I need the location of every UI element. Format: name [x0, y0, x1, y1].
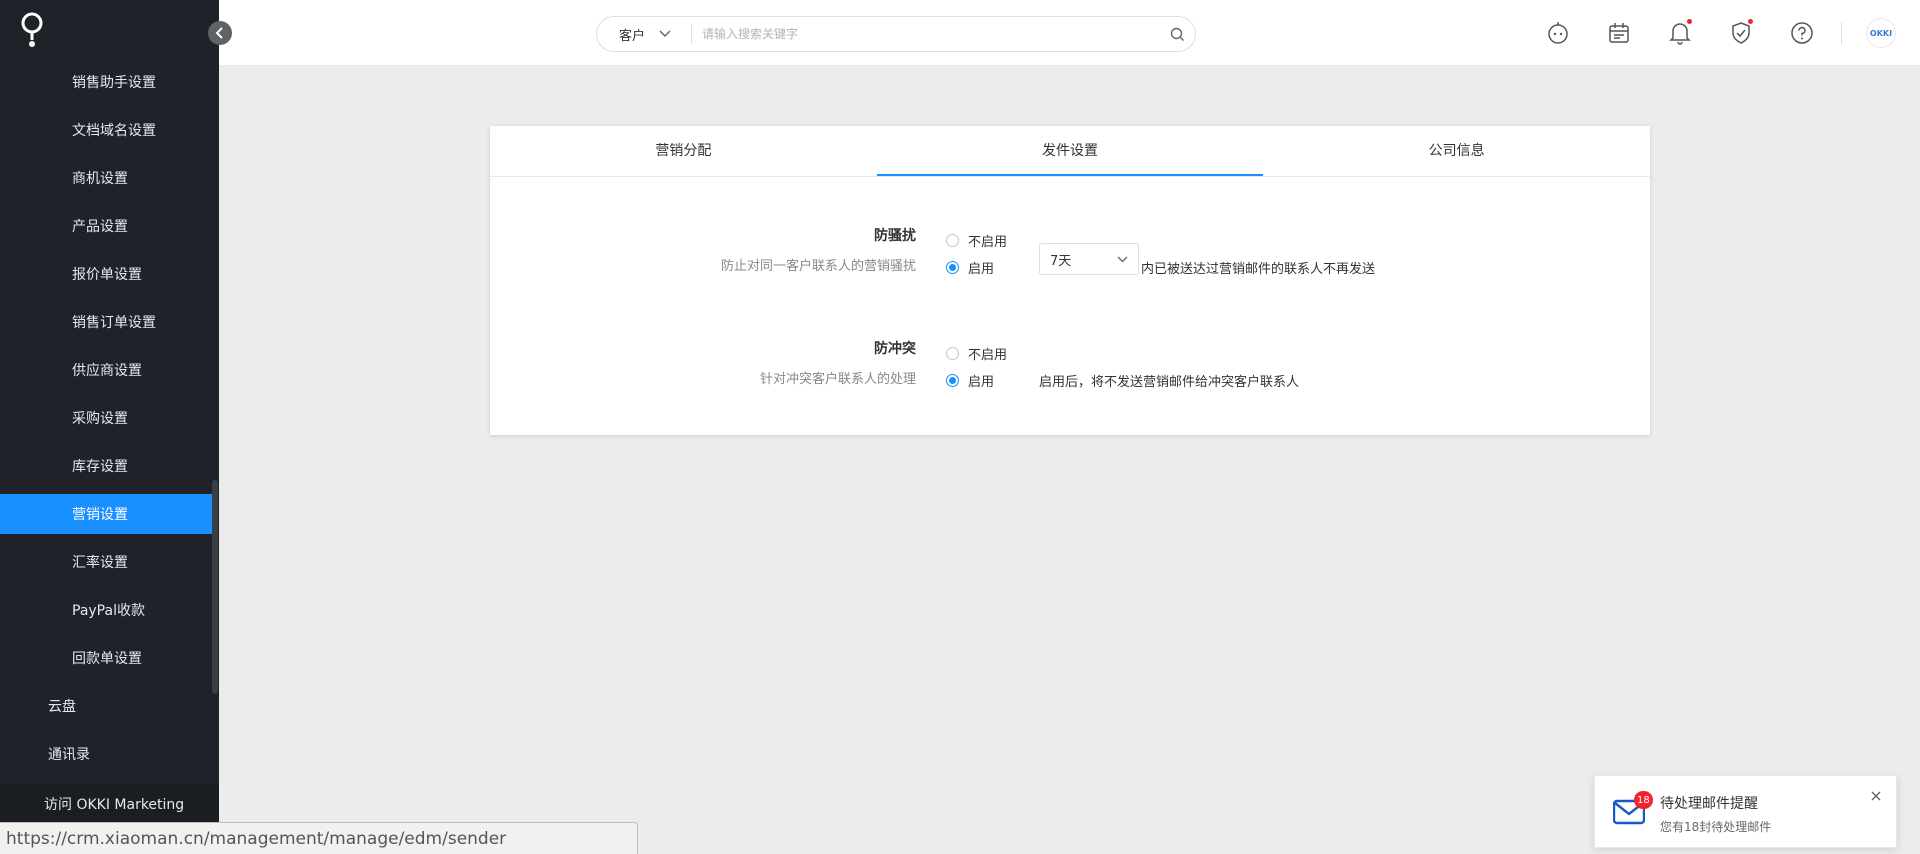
sidebar-item-label: 营销设置 — [72, 507, 128, 523]
sidebar-item[interactable]: 回款单设置 — [0, 638, 212, 678]
chevron-down-icon — [659, 30, 671, 38]
close-icon[interactable] — [1869, 789, 1883, 803]
sidebar-item-label: 云盘 — [48, 699, 76, 715]
anti-harass-title: 防骚扰 — [874, 228, 916, 244]
sidebar-item[interactable]: 商机设置 — [0, 158, 212, 198]
anti-conflict-desc: 针对冲突客户联系人的处理 — [759, 372, 916, 387]
sidebar-item-label: 供应商设置 — [72, 363, 142, 379]
status-url-bar: https://crm.xiaoman.cn/management/manage… — [0, 822, 638, 854]
sidebar-item[interactable]: 产品设置 — [0, 206, 212, 246]
chevron-left-icon — [215, 27, 223, 39]
assistant-robot-icon[interactable] — [1543, 18, 1573, 48]
header-divider — [1841, 22, 1842, 44]
sidebar-item[interactable]: 采购设置 — [0, 398, 212, 438]
sidebar-item-cloud-disk[interactable]: 云盘 — [0, 686, 212, 726]
tab-sender-settings[interactable]: 发件设置 — [876, 126, 1264, 176]
mail-count-badge: 18 — [1634, 791, 1653, 809]
sidebar-item[interactable]: 文档域名设置 — [0, 110, 212, 150]
radio-label: 不启用 — [968, 348, 1008, 363]
radio-circle — [946, 234, 959, 247]
notification-title: 待处理邮件提醒 — [1660, 796, 1758, 812]
sidebar-item-label: PayPal收款 — [72, 603, 145, 619]
radio-label: 启用 — [968, 262, 995, 277]
sidebar-collapse-button[interactable] — [208, 21, 232, 45]
sidebar-item[interactable]: 库存设置 — [0, 446, 212, 486]
radio-label: 启用 — [968, 375, 995, 390]
search-type-select[interactable]: 客户 — [597, 24, 692, 44]
notification-bell-icon[interactable] — [1665, 18, 1695, 48]
anti-harass-desc: 防止对同一客户联系人的营销骚扰 — [720, 259, 916, 274]
anti-conflict-enable-radio[interactable]: 启用 — [946, 371, 994, 390]
sidebar-item-label: 商机设置 — [72, 171, 128, 187]
days-suffix-text: 内已被送达过营销邮件的联系人不再发送 — [1141, 262, 1376, 277]
anti-harass-enable-radio[interactable]: 启用 — [946, 258, 994, 277]
sidebar-scrollbar[interactable] — [212, 480, 218, 694]
sidebar-item[interactable]: 销售订单设置 — [0, 302, 212, 342]
anti-harass-disable-radio[interactable]: 不启用 — [946, 231, 1007, 250]
sidebar-item-label: 销售助手设置 — [72, 75, 156, 91]
sender-settings-card: 营销分配 发件设置 公司信息 防骚扰 防止对同一客户联系人的营销骚扰 不启用 启… — [490, 126, 1650, 435]
search-input[interactable] — [692, 27, 1159, 41]
sidebar-menu: 销售助手设置 文档域名设置 商机设置 产品设置 报价单设置 销售订单设置 供应商… — [0, 62, 212, 782]
radio-label: 不启用 — [968, 235, 1008, 250]
radio-circle — [946, 261, 959, 274]
calendar-icon[interactable] — [1604, 18, 1634, 48]
search-icon[interactable] — [1159, 27, 1195, 42]
sidebar-item-label: 销售订单设置 — [72, 315, 156, 331]
tab-marketing-allocation[interactable]: 营销分配 — [490, 126, 877, 176]
anti-harass-label: 防骚扰 防止对同一客户联系人的营销骚扰 — [721, 225, 916, 274]
sidebar-item[interactable]: 汇率设置 — [0, 542, 212, 582]
visit-okki-marketing-link[interactable]: 访问 OKKI Marketing — [44, 794, 184, 814]
sidebar-item[interactable]: 供应商设置 — [0, 350, 212, 390]
security-dot — [1748, 19, 1753, 24]
top-header: 客户 OKKI — [219, 0, 1920, 66]
days-select-value: 7天 — [1050, 253, 1072, 269]
radio-circle — [946, 374, 959, 387]
chevron-down-icon — [1117, 256, 1128, 262]
sidebar-item[interactable]: 销售助手设置 — [0, 62, 212, 102]
anti-conflict-note: 启用后，将不发送营销邮件给冲突客户联系人 — [1039, 375, 1300, 390]
sidebar-item-contacts[interactable]: 通讯录 — [0, 734, 212, 774]
tab-company-info[interactable]: 公司信息 — [1263, 126, 1650, 176]
sidebar-item[interactable]: PayPal收款 — [0, 590, 212, 630]
sidebar-item-marketing-settings[interactable]: 营销设置 — [0, 494, 212, 534]
sidebar-item-label: 库存设置 — [72, 459, 128, 475]
anti-conflict-disable-radio[interactable]: 不启用 — [946, 344, 1007, 363]
sidebar-item-label: 采购设置 — [72, 411, 128, 427]
help-icon[interactable] — [1787, 18, 1817, 48]
radio-circle — [946, 347, 959, 360]
header-icons: OKKI — [1512, 18, 1920, 48]
app-logo-icon[interactable] — [18, 10, 48, 50]
sidebar-item-label: 汇率设置 — [72, 555, 128, 571]
sidebar-item-label: 文档域名设置 — [72, 123, 156, 139]
sidebar-item-label: 回款单设置 — [72, 651, 142, 667]
sidebar-item-label: 报价单设置 — [72, 267, 142, 283]
sidebar-item-label: 通讯录 — [48, 747, 90, 763]
anti-conflict-label: 防冲突 针对冲突客户联系人的处理 — [760, 338, 916, 387]
search-type-label: 客户 — [619, 28, 646, 44]
notification-dot — [1687, 19, 1692, 24]
pending-mail-notification[interactable]: 18 待处理邮件提醒 您有18封待处理邮件 — [1594, 775, 1897, 848]
anti-conflict-title: 防冲突 — [874, 341, 916, 357]
sidebar-item[interactable]: 报价单设置 — [0, 254, 212, 294]
global-search: 客户 — [596, 16, 1196, 52]
sidebar: 销售助手设置 文档域名设置 商机设置 产品设置 报价单设置 销售订单设置 供应商… — [0, 0, 219, 854]
user-avatar[interactable]: OKKI — [1866, 18, 1896, 48]
settings-tabs: 营销分配 发件设置 公司信息 — [490, 126, 1650, 177]
sidebar-item-label: 产品设置 — [72, 219, 128, 235]
notification-subtitle: 您有18封待处理邮件 — [1660, 820, 1772, 834]
days-select[interactable]: 7天 — [1039, 243, 1139, 275]
security-shield-icon[interactable] — [1726, 18, 1756, 48]
